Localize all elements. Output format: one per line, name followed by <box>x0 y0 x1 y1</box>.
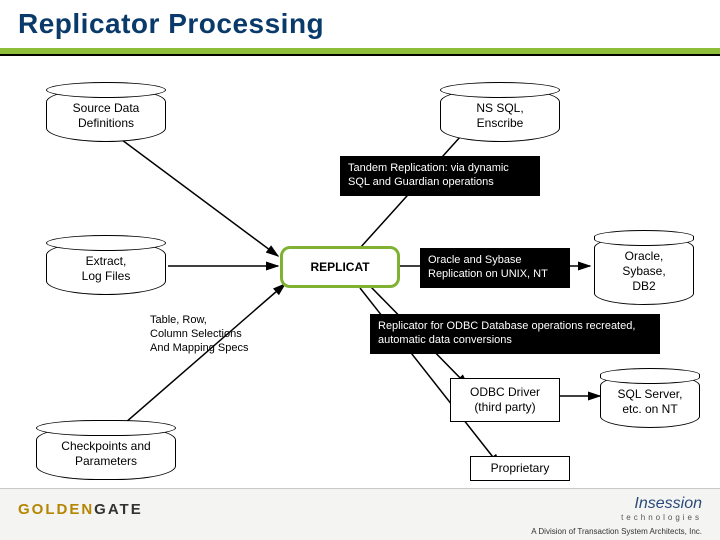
cylinder-label: Oracle,Sybase,DB2 <box>601 249 687 294</box>
note-text: Oracle and Sybase Replication on UNIX, N… <box>428 254 548 280</box>
slide-title: Replicator Processing <box>18 8 702 40</box>
box-label: Proprietary <box>491 461 550 475</box>
slide-footer: GOLDENGATE Insession technologies A Divi… <box>0 488 720 540</box>
diagram-canvas: Source DataDefinitions NS SQL,Enscribe T… <box>0 56 720 496</box>
note-text: Tandem Replication: via dynamic SQL and … <box>348 162 509 188</box>
note-text: Replicator for ODBC Database operations … <box>378 320 635 346</box>
cylinder-label: Checkpoints andParameters <box>43 439 169 469</box>
logo-insession-sub: technologies <box>621 513 702 522</box>
logo-insession-text: Insession <box>634 495 702 512</box>
logo-part-golden: GOLDEN <box>18 501 94 518</box>
process-replicat: REPLICAT <box>280 246 400 288</box>
logo-part-gate: GATE <box>94 501 143 518</box>
note-odbc-recreated: Replicator for ODBC Database operations … <box>370 314 660 354</box>
label-text: Table, Row,Column SelectionsAnd Mapping … <box>150 314 248 354</box>
cylinder-extract-log: Extract,Log Files <box>46 241 166 295</box>
cylinder-ns-sql: NS SQL,Enscribe <box>440 88 560 142</box>
slide-title-bar: Replicator Processing <box>0 0 720 44</box>
logo-goldengate: GOLDENGATE <box>18 501 143 518</box>
note-oracle-sybase-unix: Oracle and Sybase Replication on UNIX, N… <box>420 248 570 288</box>
logo-insession: Insession technologies <box>621 495 702 522</box>
cylinder-label: NS SQL,Enscribe <box>447 101 553 131</box>
cylinder-label: SQL Server,etc. on NT <box>607 387 693 417</box>
footer-division-text: A Division of Transaction System Archite… <box>531 527 702 536</box>
cylinder-label: Source DataDefinitions <box>53 101 159 131</box>
note-tandem-replication: Tandem Replication: via dynamic SQL and … <box>340 156 540 196</box>
box-odbc-driver: ODBC Driver(third party) <box>450 378 560 422</box>
cylinder-checkpoints: Checkpoints andParameters <box>36 426 176 480</box>
cylinder-source-data: Source DataDefinitions <box>46 88 166 142</box>
cylinder-oracle-sybase-db2: Oracle,Sybase,DB2 <box>594 236 694 305</box>
cylinder-sql-server: SQL Server,etc. on NT <box>600 374 700 428</box>
label-table-row-mapping: Table, Row,Column SelectionsAnd Mapping … <box>150 314 280 355</box>
cylinder-label: Extract,Log Files <box>53 254 159 284</box>
box-label: ODBC Driver(third party) <box>470 385 540 414</box>
box-proprietary: Proprietary <box>470 456 570 481</box>
process-label: REPLICAT <box>310 260 369 274</box>
